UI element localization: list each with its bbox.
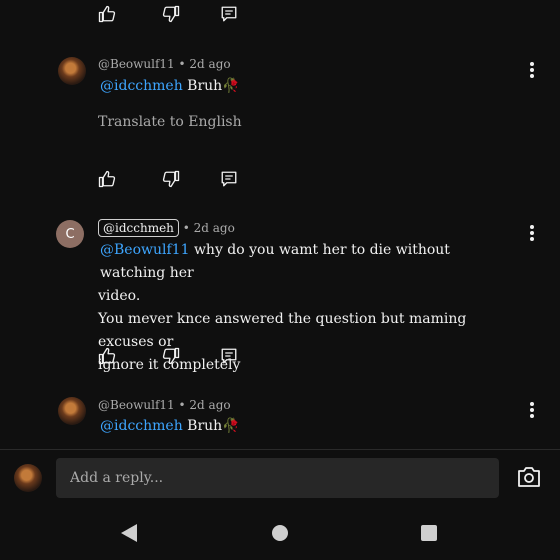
- thumb-down-icon[interactable]: [162, 170, 180, 188]
- comment-text: @idcchmeh Bruh🥀: [100, 415, 240, 438]
- comment-body: Bruh🥀: [187, 78, 240, 94]
- reply-icon[interactable]: [220, 170, 238, 188]
- profile-photo: [58, 57, 86, 85]
- comment-text: @Beowulf11 why do you wamt her to die wi…: [98, 239, 518, 377]
- reply-icon[interactable]: [220, 5, 238, 23]
- comment-text: @idcchmeh Bruh🥀: [100, 75, 240, 98]
- comment-time: • 2d ago: [182, 221, 235, 235]
- recents-square-icon[interactable]: [420, 524, 438, 542]
- avatar: [14, 464, 42, 492]
- comment-body-line: video.: [98, 288, 141, 304]
- comment-meta: @idcchmeh • 2d ago: [98, 219, 235, 237]
- comment-body: Bruh🥀: [187, 418, 240, 434]
- back-triangle-icon[interactable]: [120, 523, 138, 543]
- comment-body-line: ignore it completely: [98, 357, 241, 373]
- more-vert-icon[interactable]: [522, 400, 542, 420]
- system-nav-bar: [0, 510, 560, 560]
- reply-composer: [0, 449, 560, 510]
- thumb-up-icon[interactable]: [98, 5, 116, 23]
- avatar[interactable]: [58, 397, 86, 425]
- more-vert-icon[interactable]: [522, 60, 542, 80]
- thumb-down-icon[interactable]: [162, 5, 180, 23]
- reply-input[interactable]: [56, 458, 499, 498]
- mention-link[interactable]: @idcchmeh: [100, 78, 183, 94]
- reply-icon[interactable]: [220, 347, 238, 365]
- comment-time: • 2d ago: [178, 398, 231, 412]
- avatar[interactable]: C: [56, 220, 84, 248]
- comment-author[interactable]: @idcchmeh: [98, 219, 179, 237]
- thumb-down-icon[interactable]: [162, 347, 180, 365]
- camera-icon[interactable]: [517, 466, 541, 488]
- home-circle-icon[interactable]: [271, 524, 289, 542]
- mention-link[interactable]: @idcchmeh: [100, 418, 183, 434]
- comment-time: • 2d ago: [178, 57, 231, 71]
- thumb-up-icon[interactable]: [98, 170, 116, 188]
- more-vert-icon[interactable]: [522, 223, 542, 243]
- profile-photo: [14, 464, 42, 492]
- comment-author[interactable]: @Beowulf11: [98, 398, 175, 412]
- translate-link[interactable]: Translate to English: [98, 114, 242, 130]
- avatar-letter: C: [56, 220, 84, 248]
- comment-meta: @Beowulf11 • 2d ago: [98, 57, 231, 71]
- comment-meta: @Beowulf11 • 2d ago: [98, 398, 231, 412]
- comment-author[interactable]: @Beowulf11: [98, 57, 175, 71]
- thumb-up-icon[interactable]: [98, 347, 116, 365]
- avatar[interactable]: [58, 57, 86, 85]
- profile-photo: [58, 397, 86, 425]
- comment-body-line: You mever knce answered the question but…: [98, 311, 467, 350]
- mention-link[interactable]: @Beowulf11: [100, 242, 189, 258]
